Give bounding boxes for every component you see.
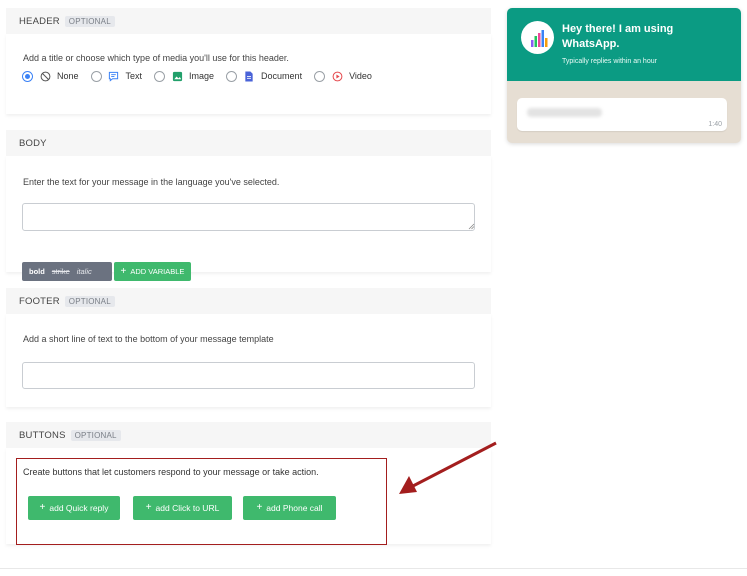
plus-icon: + xyxy=(120,265,127,277)
body-section: BODY Enter the text for your message in … xyxy=(6,130,491,281)
body-hint: Enter the text for your message in the l… xyxy=(23,177,280,187)
footer-title: FOOTER xyxy=(19,295,60,307)
preview-subtitle: Typically replies within an hour xyxy=(562,58,657,65)
body-section-title: BODY xyxy=(6,130,491,156)
footer-section-title: FOOTER OPTIONAL xyxy=(6,288,491,314)
resize-handle-icon[interactable] xyxy=(468,223,475,230)
optional-badge: OPTIONAL xyxy=(70,429,121,441)
footer-section-body: Add a short line of text to the bottom o… xyxy=(6,314,491,407)
page-divider xyxy=(0,568,747,569)
message-placeholder xyxy=(527,108,602,117)
header-option-document[interactable]: Document xyxy=(226,70,302,82)
body-text-input[interactable] xyxy=(22,203,475,231)
option-label: None xyxy=(57,71,79,81)
body-section-body: Enter the text for your message in the l… xyxy=(6,156,491,281)
image-icon xyxy=(171,70,183,82)
callout-highlight-box xyxy=(16,458,387,545)
add-variable-button[interactable]: + ADD VARIABLE xyxy=(114,262,191,281)
footer-hint: Add a short line of text to the bottom o… xyxy=(23,334,274,344)
strike-button[interactable]: strike xyxy=(52,267,70,276)
header-option-video[interactable]: Video xyxy=(314,70,372,82)
play-circle-icon xyxy=(331,70,343,82)
message-bubble: 1:40 xyxy=(517,98,727,131)
callout-arrow-icon xyxy=(399,441,497,494)
message-time: 1:40 xyxy=(708,121,722,128)
header-section: HEADER OPTIONAL Add a title or choose wh… xyxy=(6,8,491,114)
logo-icon xyxy=(531,30,548,47)
add-variable-label: ADD VARIABLE xyxy=(130,267,185,276)
radio-document[interactable] xyxy=(226,70,238,82)
avatar xyxy=(521,21,554,54)
option-label: Video xyxy=(349,71,372,81)
body-title: BODY xyxy=(19,137,47,149)
footer-section: FOOTER OPTIONAL Add a short line of text… xyxy=(6,288,491,407)
preview-title: Hey there! I am using WhatsApp. xyxy=(562,23,674,50)
bold-button[interactable]: bold xyxy=(29,267,45,276)
header-option-none[interactable]: None xyxy=(22,70,79,82)
header-hint: Add a title or choose which type of medi… xyxy=(23,53,289,63)
whatsapp-preview-header: Hey there! I am using WhatsApp. Typicall… xyxy=(507,8,741,81)
radio-image[interactable] xyxy=(154,70,166,82)
header-title: HEADER xyxy=(19,15,60,27)
radio-video[interactable] xyxy=(314,70,326,82)
buttons-title: BUTTONS xyxy=(19,429,66,441)
radio-text[interactable] xyxy=(90,70,102,82)
document-icon xyxy=(243,70,255,82)
optional-badge: OPTIONAL xyxy=(64,15,115,27)
header-section-title: HEADER OPTIONAL xyxy=(6,8,491,34)
header-section-body: Add a title or choose which type of medi… xyxy=(6,34,491,114)
whatsapp-preview-card: Hey there! I am using WhatsApp. Typicall… xyxy=(507,8,741,143)
header-option-image[interactable]: Image xyxy=(154,70,214,82)
no-entry-icon xyxy=(39,70,51,82)
header-media-options: None Text Image Document Video xyxy=(22,70,384,82)
option-label: Document xyxy=(261,71,303,81)
header-option-text[interactable]: Text xyxy=(90,70,143,82)
italic-button[interactable]: italic xyxy=(77,267,92,276)
radio-none[interactable] xyxy=(22,70,33,82)
option-label: Image xyxy=(189,71,215,81)
format-toolbar: bold strike italic xyxy=(22,262,112,281)
option-label: Text xyxy=(125,71,143,81)
footer-text-input[interactable] xyxy=(22,362,475,389)
chat-text-icon xyxy=(108,70,120,82)
optional-badge: OPTIONAL xyxy=(64,295,115,307)
